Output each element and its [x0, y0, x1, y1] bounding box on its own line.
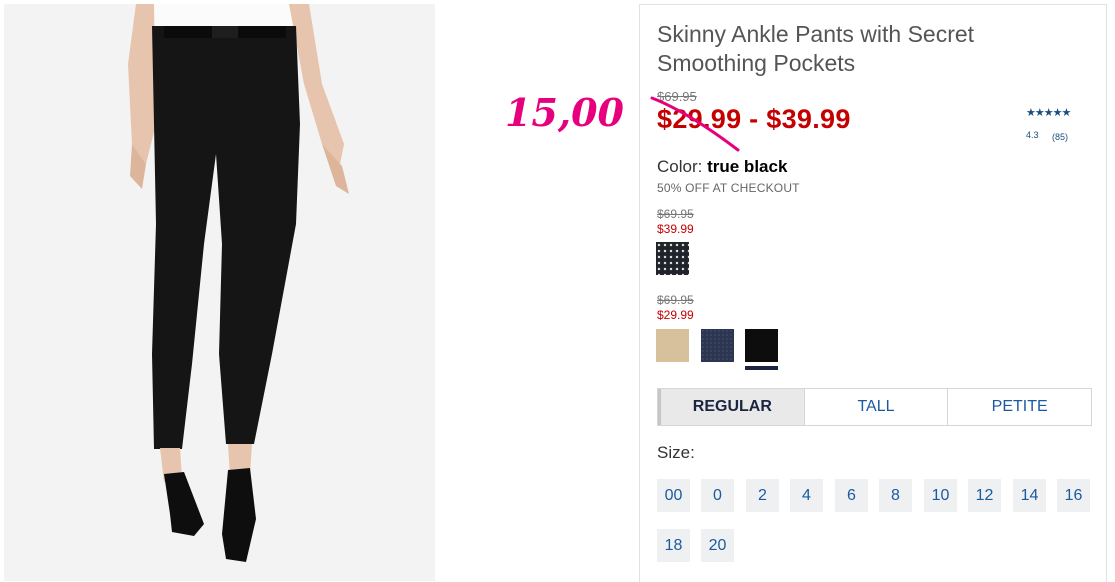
size-button-20[interactable]: 20	[701, 529, 734, 562]
group-sale-price: $39.99	[657, 222, 694, 236]
group-original-price: $69.95	[657, 207, 694, 221]
size-button-0[interactable]: 0	[701, 479, 734, 512]
swatch-true-black[interactable]	[745, 329, 778, 362]
size-button-12[interactable]: 12	[968, 479, 1001, 512]
size-button-6[interactable]: 6	[835, 479, 868, 512]
rating-stars-icon: ★★★★★	[1026, 107, 1071, 119]
group-original-price: $69.95	[657, 293, 694, 307]
group-sale-price: $29.99	[657, 308, 694, 322]
color-label: Color:	[657, 157, 703, 176]
fit-tab-tall[interactable]: TALL	[803, 389, 948, 425]
product-title: Skinny Ankle Pants with Secret Smoothing…	[657, 21, 975, 76]
color-value: true black	[707, 157, 788, 176]
handwritten-strike-mark	[650, 96, 740, 152]
size-button-4[interactable]: 4	[790, 479, 823, 512]
promo-text: 50% OFF AT CHECKOUT	[657, 181, 800, 195]
swatch-navy[interactable]	[701, 329, 734, 362]
size-button-2[interactable]: 2	[746, 479, 779, 512]
size-button-18[interactable]: 18	[657, 529, 690, 562]
fit-tab-petite[interactable]: PETITE	[947, 389, 1091, 425]
selected-swatch-indicator	[745, 366, 778, 370]
product-rating[interactable]: ★★★★★ 4.3 (85)	[1026, 106, 1071, 142]
rating-score: 4.3	[1026, 130, 1039, 140]
swatch-khaki[interactable]	[656, 329, 689, 362]
selected-color: Color: true black	[657, 157, 787, 177]
size-button-8[interactable]: 8	[879, 479, 912, 512]
size-button-14[interactable]: 14	[1013, 479, 1046, 512]
handwritten-price-note: 15,00	[505, 90, 624, 135]
size-label: Size:	[657, 443, 695, 462]
size-button-00[interactable]: 00	[657, 479, 690, 512]
fit-selector: REGULAR TALL PETITE	[657, 388, 1092, 426]
fit-tab-regular[interactable]: REGULAR	[658, 389, 804, 425]
product-photo	[4, 4, 435, 581]
swatch-dotted-print[interactable]	[656, 242, 689, 275]
review-count[interactable]: (85)	[1052, 132, 1068, 142]
size-button-16[interactable]: 16	[1057, 479, 1090, 512]
size-button-10[interactable]: 10	[924, 479, 957, 512]
